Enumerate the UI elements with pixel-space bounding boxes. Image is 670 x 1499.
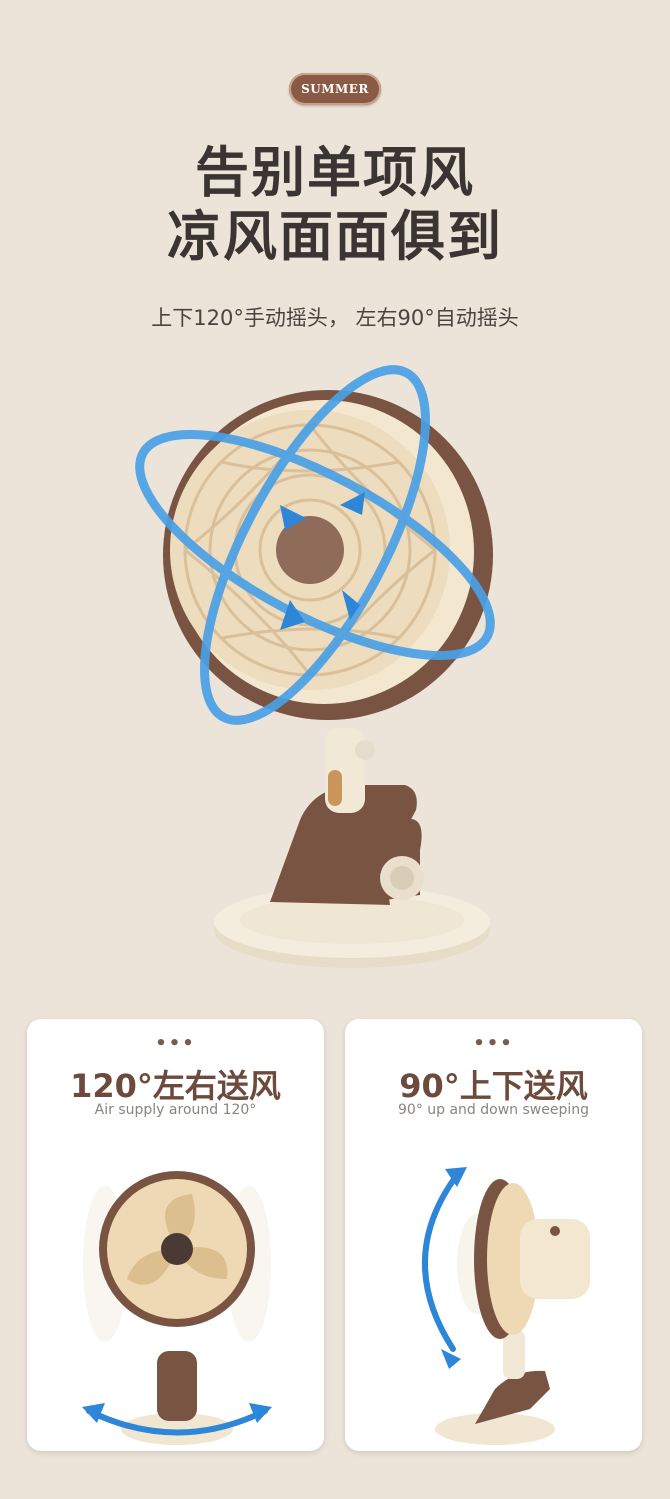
- headline-line-1: 告别单项风: [195, 141, 475, 204]
- card-title: 120°左右送风: [70, 1067, 281, 1105]
- card-subtitle: 90° up and down sweeping: [398, 1102, 589, 1118]
- hero-fan-illustration: [135, 365, 495, 968]
- fan-vertical-sweep-illustration: [422, 1167, 590, 1445]
- card-dots: •••: [473, 1033, 514, 1054]
- card-title: 90°上下送风: [399, 1067, 588, 1105]
- oscillation-subtitle: 上下120°手动摇头， 左右90°自动摇头: [151, 306, 519, 330]
- fan-horizontal-sweep-illustration: [82, 1171, 272, 1445]
- horizontal-oscillation-card: ••• 120°左右送风 Air supply around 120°: [27, 1019, 324, 1451]
- headline-line-2: 凉风面面俱到: [167, 205, 503, 268]
- card-dots: •••: [155, 1033, 196, 1054]
- card-subtitle: Air supply around 120°: [94, 1102, 257, 1118]
- vertical-oscillation-card: ••• 90°上下送风 90° up and down sweeping: [345, 1019, 642, 1451]
- summer-badge: SUMMER: [289, 73, 381, 105]
